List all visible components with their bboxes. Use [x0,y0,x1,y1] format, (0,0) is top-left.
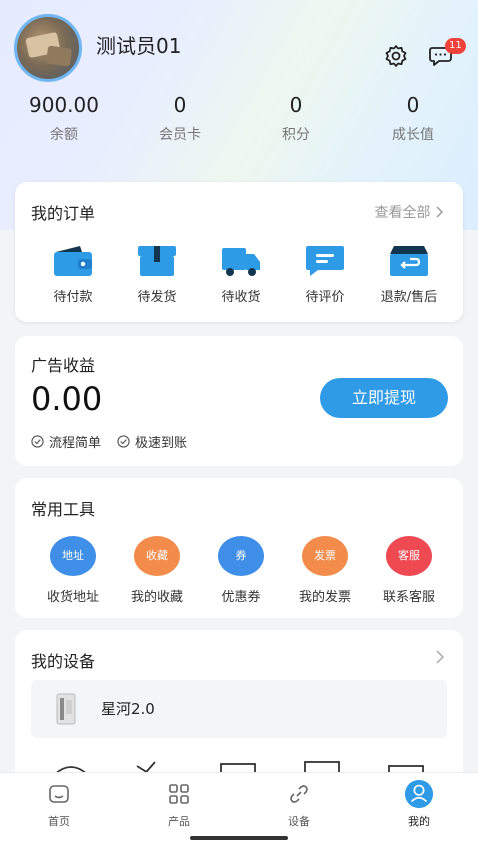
stat-balance[interactable]: 900.00 余额 [4,92,124,144]
home-icon [49,785,69,803]
invoice-icon: 发票 [302,536,348,576]
stat-label: 积分 [282,127,310,143]
tab-label: 首页 [48,815,70,828]
customer-service-icon: 客服 [386,536,432,576]
stat-growth[interactable]: 0 成长值 [353,92,473,144]
link-icon [290,785,308,803]
orders-card: 我的订单 查看全部 待付款 待发货 待收货 待评价 退款/售后 [15,182,463,322]
ad-tag: 流程简单 [31,432,101,451]
stats-row: 900.00 余额 0 会员卡 0 积分 0 成长值 [0,92,478,152]
stat-label: 会员卡 [159,127,201,143]
order-label: 待发货 [137,290,177,305]
comment-icon [306,246,344,276]
tool-label: 优惠券 [221,590,261,605]
message-badge: 11 [445,38,466,54]
grid-icon [169,784,189,804]
tool-invoices[interactable]: 发票 我的发票 [283,536,367,605]
avatar[interactable] [14,14,82,82]
return-icon [390,246,428,276]
tool-label: 联系客服 [382,590,435,605]
stat-value: 0 [289,93,303,117]
order-pending-payment[interactable]: 待付款 [31,244,115,305]
tool-favorites[interactable]: 收藏 我的收藏 [115,536,199,605]
chevron-right-icon [436,206,444,218]
ad-tag: 极速到账 [117,432,187,451]
tools-title: 常用工具 [31,500,96,519]
tool-coupons[interactable]: 券 优惠券 [199,536,283,605]
stat-value: 900.00 [29,93,99,117]
tool-customer-service[interactable]: 客服 联系客服 [367,536,451,605]
order-refund-aftersale[interactable]: 退款/售后 [367,244,451,305]
tab-home[interactable]: 首页 [14,779,104,829]
stat-points[interactable]: 0 积分 [236,92,356,144]
ad-amount: 0.00 [31,380,103,418]
devices-title: 我的设备 [31,652,96,671]
truck-icon [222,248,260,276]
coupon-icon-label: 券 [235,549,247,562]
ad-revenue-card: 广告收益 0.00 立即提现 流程简单 极速到账 [15,336,463,466]
tools-card: 常用工具 地址 收货地址 收藏 我的收藏 券 优惠券 发票 我的发票 客服 联系… [15,478,463,618]
ad-tag-label: 流程简单 [49,436,102,451]
check-circle-icon [31,435,44,448]
devices-card: 我的设备 星河2.0 [15,630,463,790]
tab-label: 产品 [168,815,190,828]
chevron-right-icon[interactable] [435,650,445,664]
gear-icon[interactable] [384,44,408,68]
order-pending-receipt[interactable]: 待收货 [199,244,283,305]
order-label: 退款/售后 [380,290,438,305]
invoice-icon-label: 发票 [314,549,336,562]
device-item[interactable]: 星河2.0 [31,680,447,738]
tool-label: 我的发票 [298,590,351,605]
tool-label: 收货地址 [46,590,99,605]
check-circle-icon [117,435,130,448]
tab-label: 我的 [408,815,430,828]
tab-mine[interactable]: 我的 [374,779,464,829]
order-label: 待评价 [305,290,345,305]
stat-label: 余额 [50,127,78,143]
ad-title: 广告收益 [31,356,96,375]
view-all-orders-link[interactable]: 查看全部 [375,202,445,222]
tab-label: 设备 [288,815,310,828]
favorites-icon-label: 收藏 [146,549,168,562]
device-name: 星河2.0 [101,700,155,718]
favorites-icon: 收藏 [134,536,180,576]
order-label: 待付款 [53,290,93,305]
order-pending-shipment[interactable]: 待发货 [115,244,199,305]
view-all-label: 查看全部 [374,205,431,221]
order-pending-review[interactable]: 待评价 [283,244,367,305]
address-icon-label: 地址 [62,549,84,562]
username[interactable]: 测试员01 [96,30,181,59]
customer-service-icon-label: 客服 [398,549,420,562]
tool-address[interactable]: 地址 收货地址 [31,536,115,605]
orders-title: 我的订单 [31,204,96,223]
user-icon [404,779,434,809]
box-icon [138,246,176,276]
wallet-icon [54,246,92,276]
order-label: 待收货 [221,290,261,305]
stat-value: 0 [173,93,187,117]
tab-products[interactable]: 产品 [134,779,224,829]
stat-member-card[interactable]: 0 会员卡 [120,92,240,144]
tab-devices[interactable]: 设备 [254,779,344,829]
stat-label: 成长值 [392,127,434,143]
purifier-device-icon [56,693,76,725]
coupon-icon: 券 [218,536,264,576]
withdraw-button[interactable]: 立即提现 [320,378,448,418]
address-icon: 地址 [50,536,96,576]
home-indicator [190,836,288,840]
tool-label: 我的收藏 [130,590,183,605]
stat-value: 0 [406,93,420,117]
ad-tag-label: 极速到账 [135,436,188,451]
